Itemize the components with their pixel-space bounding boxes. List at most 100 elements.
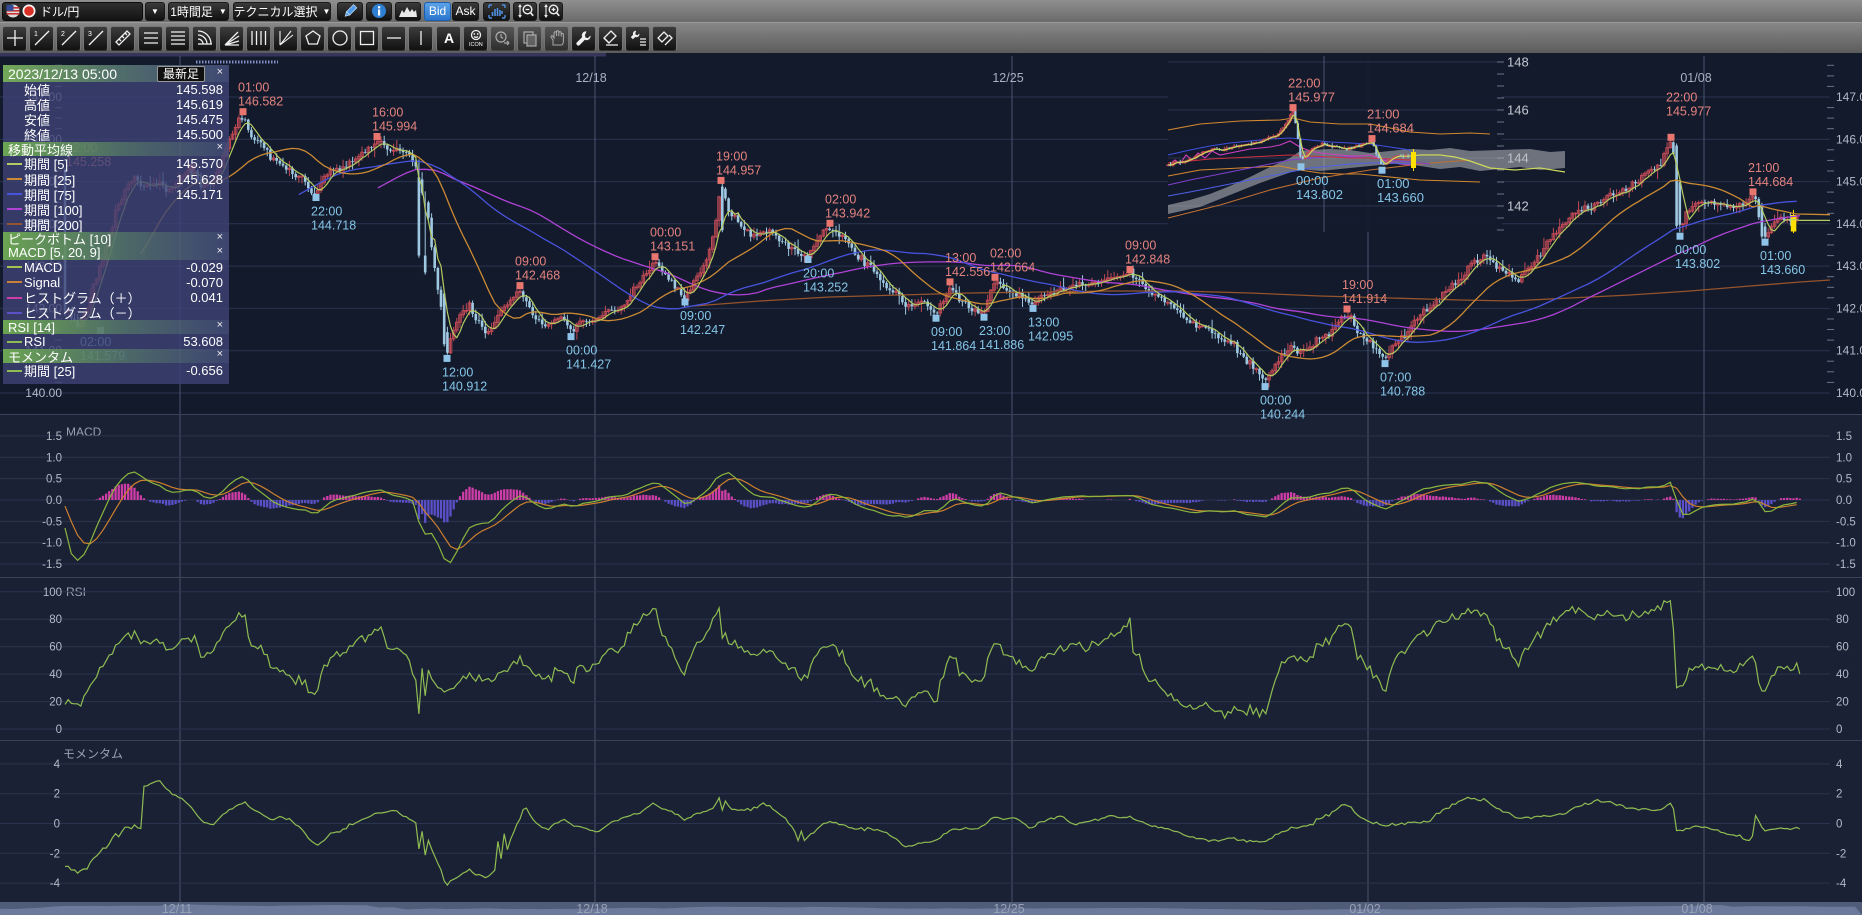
svg-text:1.5: 1.5: [46, 431, 62, 443]
svg-text:00:00: 00:00: [566, 344, 597, 358]
svg-text:12/11: 12/11: [162, 902, 192, 915]
svg-text:143.660: 143.660: [1377, 190, 1424, 205]
svg-text:100: 100: [43, 587, 62, 599]
svg-text:01/08: 01/08: [1681, 902, 1712, 915]
svg-text:0.5: 0.5: [46, 474, 62, 486]
svg-text:モメンタム: モメンタム: [63, 747, 123, 761]
svg-text:142: 142: [1507, 199, 1529, 214]
svg-text:80: 80: [1836, 614, 1849, 626]
svg-text:147.0: 147.0: [1836, 90, 1862, 104]
svg-text:40: 40: [49, 669, 62, 681]
svg-text:141.914: 141.914: [1342, 292, 1387, 306]
svg-text:-1.5: -1.5: [42, 559, 62, 571]
svg-text:22:00: 22:00: [1666, 90, 1697, 104]
svg-text:145.0: 145.0: [1836, 175, 1862, 189]
svg-text:-4: -4: [50, 878, 61, 890]
svg-text:140.244: 140.244: [1260, 408, 1305, 422]
svg-text:80: 80: [49, 614, 62, 626]
svg-text:-1.0: -1.0: [1836, 538, 1856, 550]
svg-text:140.788: 140.788: [1380, 385, 1425, 399]
svg-text:13:00: 13:00: [945, 251, 976, 265]
svg-text:01:00: 01:00: [238, 81, 269, 95]
svg-text:19:00: 19:00: [1342, 278, 1373, 292]
svg-text:09:00: 09:00: [515, 255, 546, 269]
svg-text:148: 148: [1507, 55, 1529, 70]
svg-text:141.886: 141.886: [979, 338, 1024, 352]
svg-text:19:00: 19:00: [716, 149, 747, 163]
svg-text:144.0: 144.0: [1836, 217, 1862, 231]
svg-text:40: 40: [1836, 669, 1849, 681]
svg-text:140.0: 140.0: [1836, 386, 1862, 400]
svg-text:00:00: 00:00: [1260, 394, 1291, 408]
svg-text:00:00: 00:00: [1296, 173, 1329, 188]
svg-text:145.994: 145.994: [372, 120, 417, 134]
svg-text:-1.5: -1.5: [1836, 559, 1856, 571]
svg-text:146.582: 146.582: [238, 95, 283, 109]
svg-text:143.660: 143.660: [1760, 263, 1805, 277]
svg-text:-0.5: -0.5: [1836, 516, 1856, 528]
svg-text:09:00: 09:00: [931, 325, 962, 339]
svg-text:141.0: 141.0: [1836, 344, 1862, 358]
svg-text:12:00: 12:00: [442, 365, 473, 379]
svg-text:144.684: 144.684: [1367, 121, 1414, 136]
svg-text:02:00: 02:00: [990, 246, 1021, 260]
svg-text:60: 60: [1836, 642, 1849, 654]
svg-text:141.427: 141.427: [566, 358, 611, 372]
svg-text:143.0: 143.0: [1836, 259, 1862, 273]
svg-text:1: 1: [34, 31, 38, 38]
svg-text:142.664: 142.664: [990, 260, 1035, 274]
svg-text:ICON: ICON: [469, 42, 483, 47]
svg-text:1.0: 1.0: [46, 452, 62, 464]
svg-text:146.0: 146.0: [1836, 132, 1862, 146]
svg-text:0.0: 0.0: [1836, 495, 1852, 507]
svg-text:145.977: 145.977: [1666, 104, 1711, 118]
svg-text:0: 0: [1836, 724, 1842, 736]
svg-text:21:00: 21:00: [1748, 161, 1779, 175]
svg-text:23:00: 23:00: [979, 324, 1010, 338]
svg-text:A: A: [444, 30, 454, 46]
svg-text:143.151: 143.151: [650, 240, 695, 254]
svg-text:01:00: 01:00: [1377, 176, 1410, 191]
svg-text:3: 3: [88, 31, 92, 38]
svg-text:60: 60: [49, 642, 62, 654]
svg-text:-0.5: -0.5: [42, 516, 62, 528]
svg-text:12/18: 12/18: [576, 902, 607, 915]
svg-text:-2: -2: [1836, 848, 1846, 860]
svg-text:MACD: MACD: [66, 425, 102, 439]
svg-text:146: 146: [1507, 103, 1529, 118]
svg-text:20: 20: [49, 697, 62, 709]
svg-text:100: 100: [1836, 587, 1855, 599]
svg-text:141.864: 141.864: [931, 339, 976, 353]
svg-text:4: 4: [54, 759, 61, 771]
svg-text:20: 20: [1836, 697, 1849, 709]
svg-text:07:00: 07:00: [1380, 371, 1411, 385]
svg-text:-4: -4: [1836, 878, 1847, 890]
svg-text:145.977: 145.977: [1288, 90, 1335, 105]
svg-text:2: 2: [54, 789, 60, 801]
svg-text:142.0: 142.0: [1836, 301, 1862, 315]
svg-text:142.556: 142.556: [945, 265, 990, 279]
svg-text:144.718: 144.718: [311, 219, 356, 233]
svg-text:12/25: 12/25: [992, 71, 1023, 85]
svg-text:00:00: 00:00: [1675, 243, 1706, 257]
svg-text:142.468: 142.468: [515, 269, 560, 283]
svg-text:143.252: 143.252: [803, 281, 848, 295]
svg-text:142.247: 142.247: [680, 323, 725, 337]
svg-text:22:00: 22:00: [1288, 76, 1321, 91]
svg-text:1.0: 1.0: [1836, 452, 1852, 464]
svg-text:00:00: 00:00: [650, 226, 681, 240]
svg-text:2: 2: [1836, 789, 1842, 801]
svg-text:144.684: 144.684: [1748, 175, 1793, 189]
svg-text:1.5: 1.5: [1836, 431, 1852, 443]
svg-text:0: 0: [1836, 819, 1842, 831]
svg-text:142.095: 142.095: [1028, 329, 1073, 343]
svg-text:142.848: 142.848: [1125, 253, 1170, 267]
svg-text:09:00: 09:00: [1125, 239, 1156, 253]
svg-text:0: 0: [56, 724, 62, 736]
svg-text:143.802: 143.802: [1675, 257, 1720, 271]
svg-text:22:00: 22:00: [311, 205, 342, 219]
svg-text:21:00: 21:00: [1367, 107, 1400, 122]
svg-text:0.0: 0.0: [46, 495, 62, 507]
svg-text:4: 4: [1836, 759, 1843, 771]
svg-text:0.5: 0.5: [1836, 474, 1852, 486]
